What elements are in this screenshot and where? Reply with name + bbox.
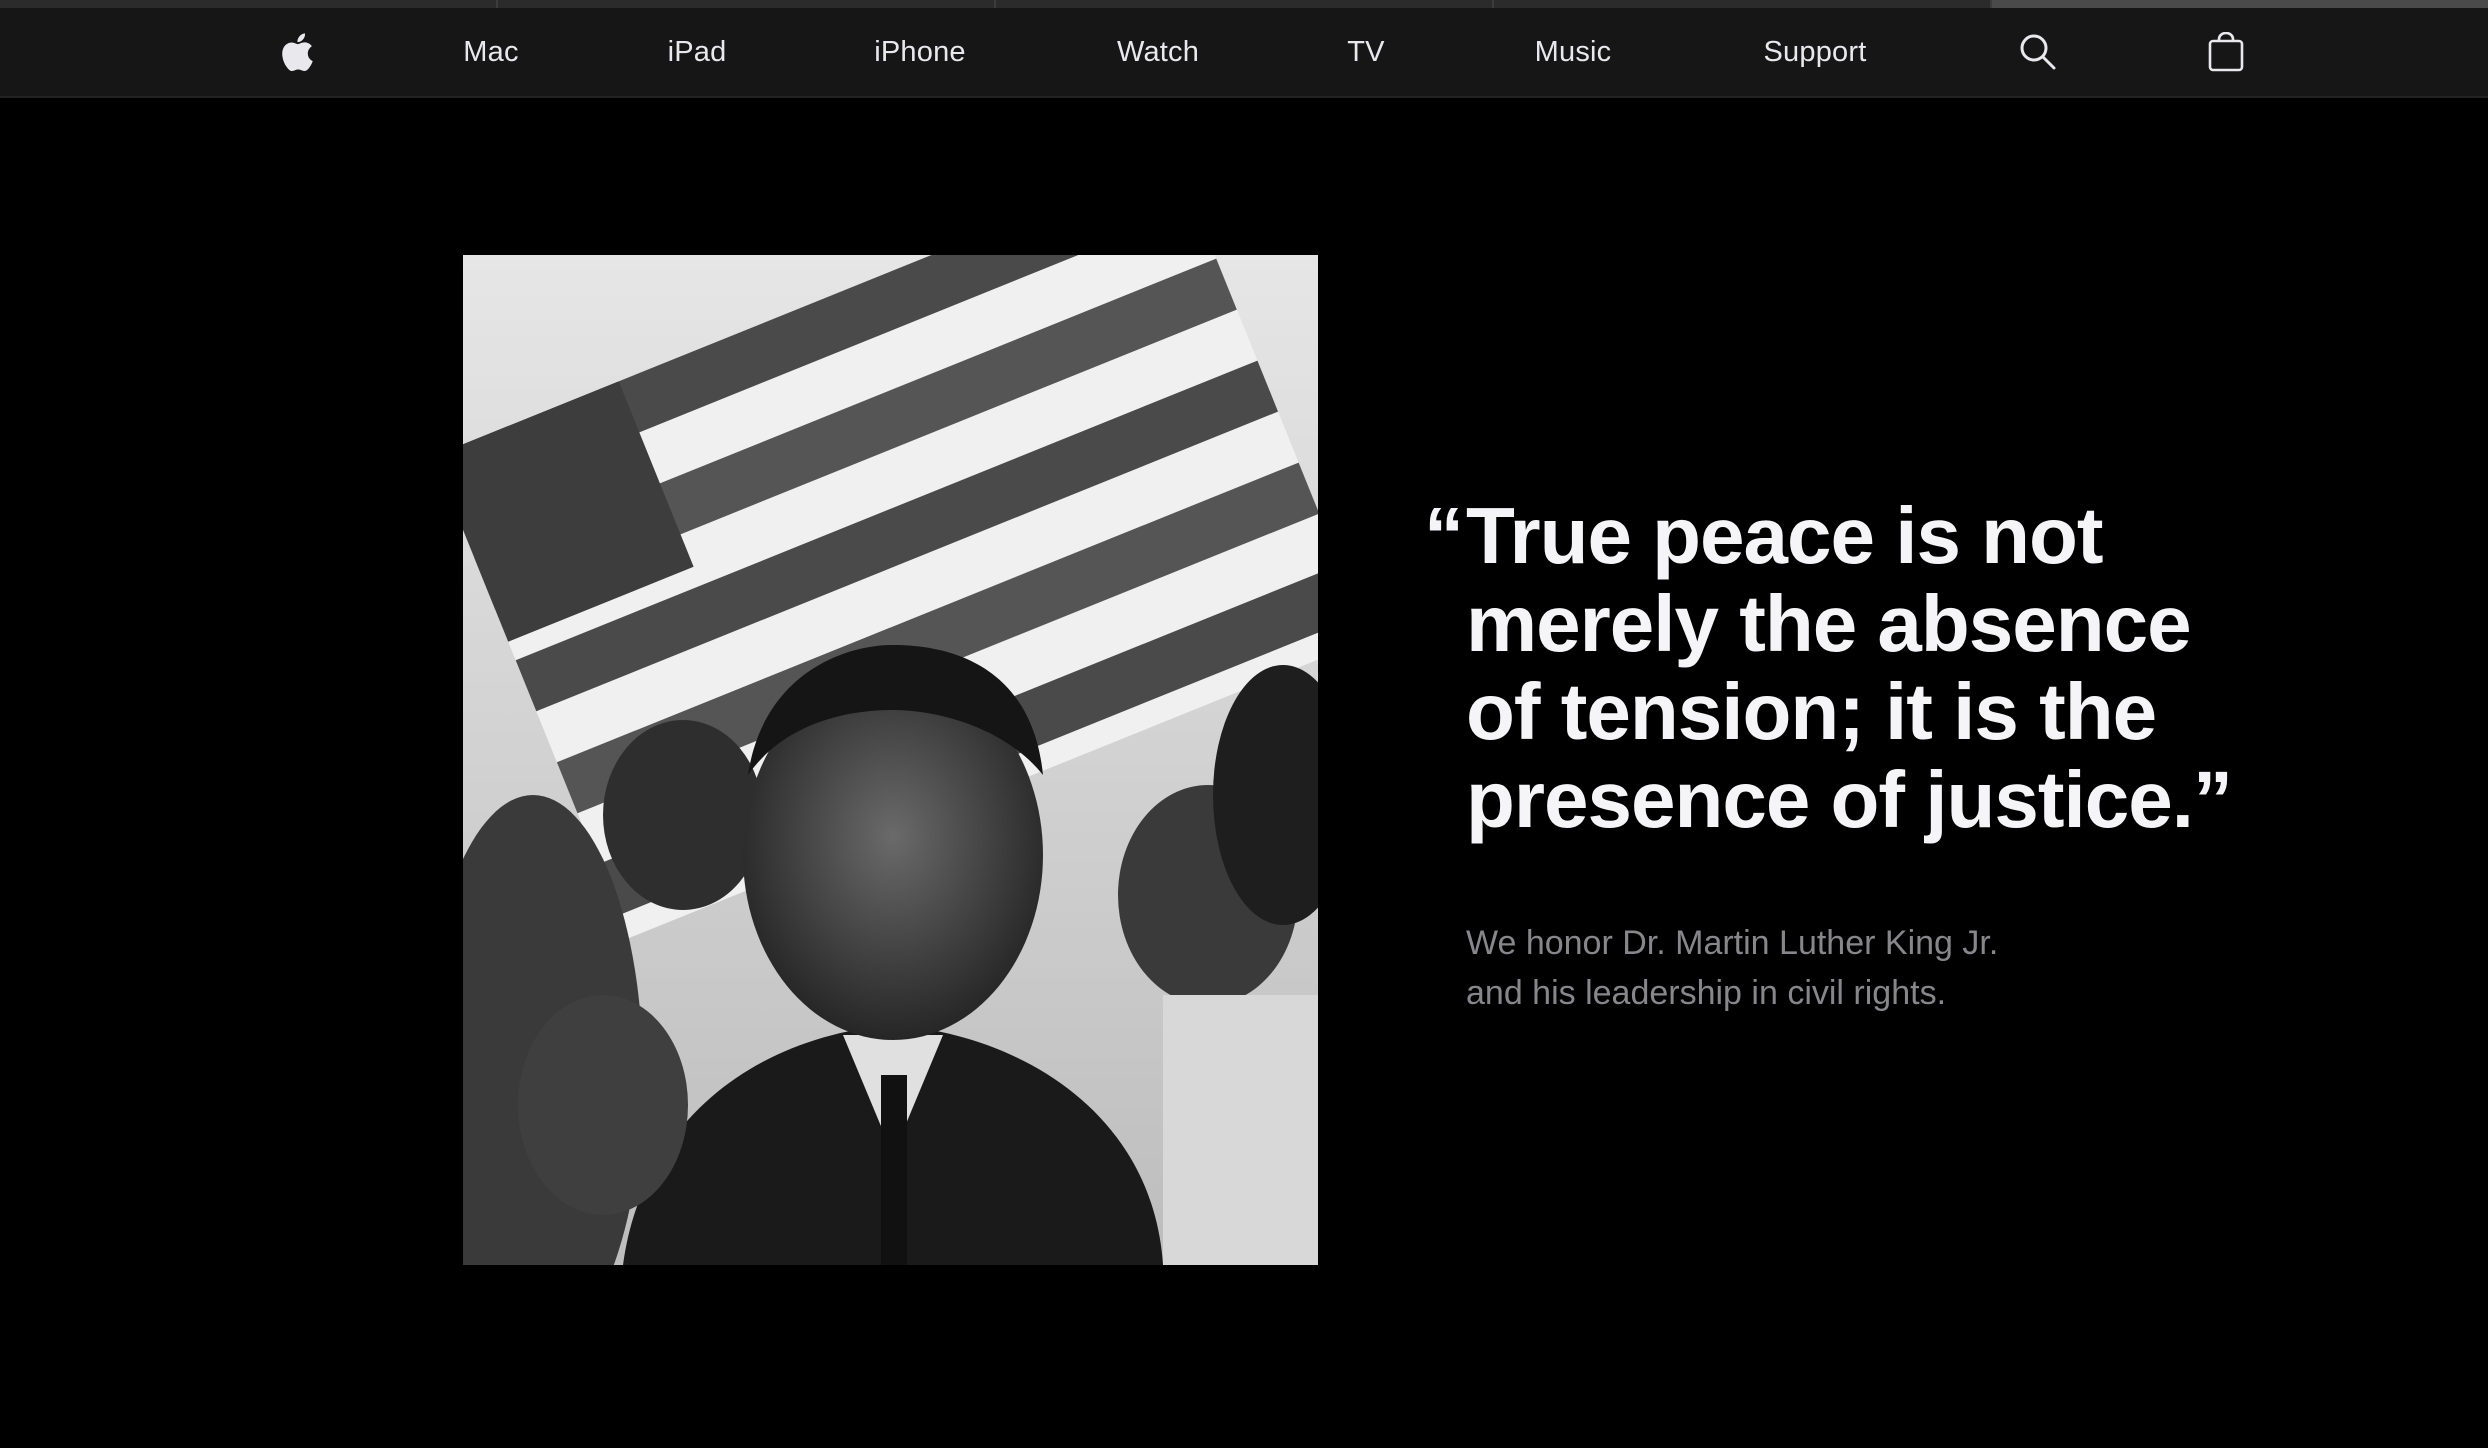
nav-item-ipad[interactable]: iPad [668,8,727,96]
headline-quote: “ True peace is not merely the absence o… [1424,491,2346,844]
quote-line: presence of justice.” [1466,755,2233,844]
nav-item-music[interactable]: Music [1535,8,1612,96]
nav-item-iphone[interactable]: iPhone [874,8,966,96]
quote-line: of tension; it is the [1466,667,2157,756]
browser-tab[interactable] [498,0,996,8]
nav-item-mac[interactable]: Mac [463,8,518,96]
shopping-bag-icon[interactable] [2208,8,2244,96]
mlk-march-photo [463,255,1318,1265]
quote-line: merely the absence [1466,579,2192,668]
browser-tab-active[interactable] [1992,0,2488,8]
tagline-line: We honor Dr. Martin Luther King Jr. [1466,924,1999,962]
nav-item-tv[interactable]: TV [1347,8,1384,96]
tagline-line: and his leadership in civil rights. [1466,974,1947,1012]
global-nav: Mac iPad iPhone Watch TV Music Support [0,8,2488,98]
browser-tab[interactable] [1494,0,1992,8]
browser-tab-strip [0,0,2488,8]
hero-photo [463,255,1318,1265]
nav-item-watch[interactable]: Watch [1117,8,1199,96]
quote-open-mark: “ [1424,491,1464,580]
quote-line: True peace is not [1466,491,2104,580]
apple-logo-icon[interactable] [280,8,314,96]
nav-item-support[interactable]: Support [1764,8,1867,96]
tagline: We honor Dr. Martin Luther King Jr. and … [1466,918,2166,1018]
page: Mac iPad iPhone Watch TV Music Support “… [0,0,2488,1448]
search-icon[interactable] [2019,8,2057,96]
browser-tab[interactable] [996,0,1494,8]
browser-tab[interactable] [0,0,498,8]
